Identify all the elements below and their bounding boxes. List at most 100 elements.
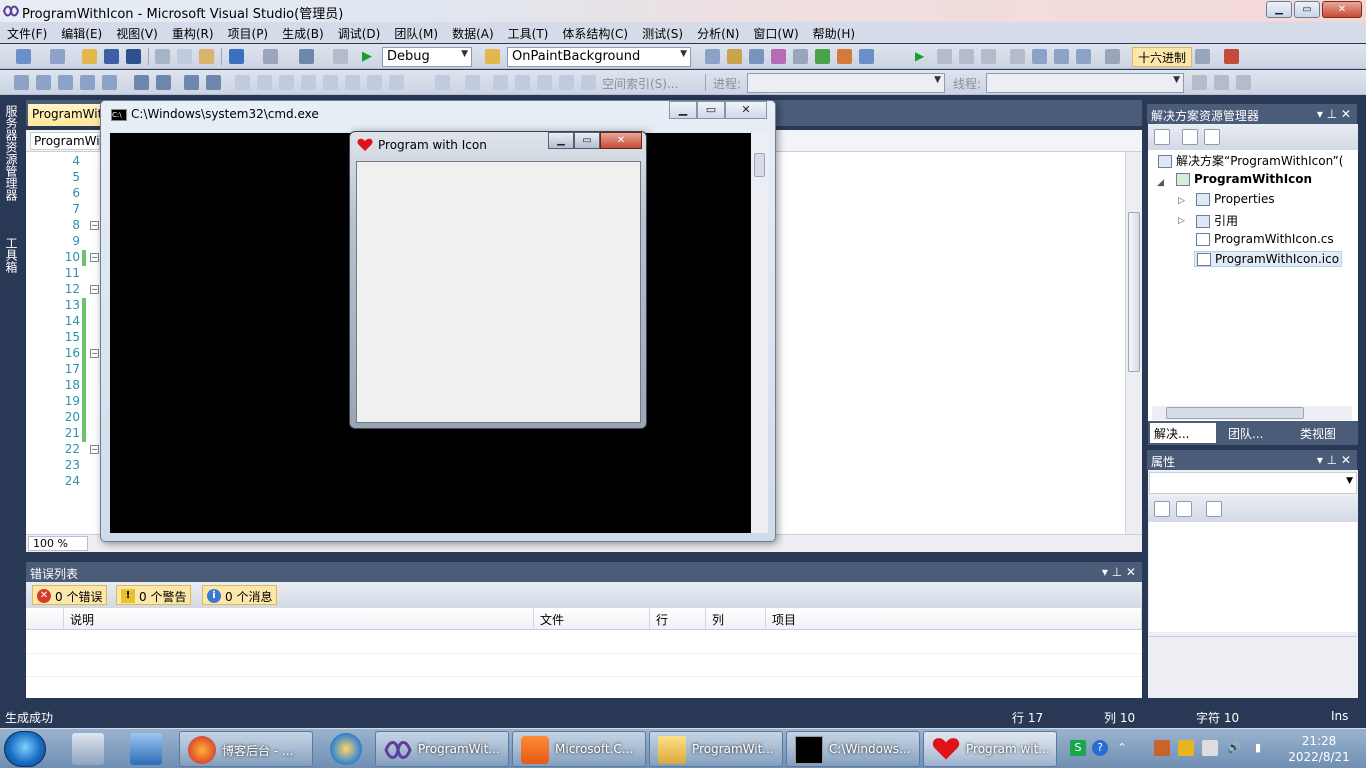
complete-word-icon[interactable] [80,75,95,90]
command-window-icon[interactable] [859,49,874,64]
paste-icon[interactable] [199,49,214,64]
copy-icon[interactable] [177,49,192,64]
previous-bookmark-document-icon[interactable] [345,75,360,90]
properties-icon[interactable] [1154,129,1170,145]
categorized-icon[interactable] [1154,501,1170,517]
continue-icon[interactable]: ▶ [915,49,930,64]
property-pages-icon[interactable] [1206,501,1222,517]
menu-architecture[interactable]: 体系结构(C) [555,22,635,43]
navigate-backward-icon[interactable] [299,49,314,64]
quick-info-icon[interactable] [58,75,73,90]
show-flagged-icon[interactable] [1236,75,1251,90]
decrease-indent-icon[interactable] [134,75,149,90]
taskbar-button-cmd[interactable]: C:\Windows... [786,731,920,767]
collapse-icon[interactable]: ◢ [1157,178,1164,188]
member-list-icon[interactable] [14,75,29,90]
step-over-icon[interactable] [1054,49,1069,64]
speaker-small-icon[interactable] [1154,740,1170,756]
scroll-thumb[interactable] [754,153,765,177]
toolbox-icon[interactable] [771,49,786,64]
start-page-icon[interactable] [793,49,808,64]
step-out-icon[interactable] [1076,49,1091,64]
cut-icon[interactable] [155,49,170,64]
network-icon[interactable]: ▮ [1250,740,1266,756]
tree-references[interactable]: 引用 [1196,212,1238,229]
menu-team[interactable]: 团队(M) [387,22,445,43]
xml-format-icon[interactable] [559,75,574,90]
properties-icon[interactable] [727,49,742,64]
warnings-filter-button[interactable]: ! 0 个警告 [116,585,192,605]
maximize-button[interactable]: ▭ [1294,1,1320,18]
undo-icon[interactable] [229,49,244,64]
previous-bookmark-icon[interactable] [257,75,272,90]
taskbar-button-program-with-icon[interactable]: Program wit... [923,731,1057,767]
toggle-flag-icon[interactable] [1192,75,1207,90]
property-grid[interactable] [1149,522,1357,632]
menu-tools[interactable]: 工具(T) [501,22,556,43]
collapse-icon[interactable]: − [90,445,99,454]
console-maximize-button[interactable]: ▭ [697,101,725,119]
menu-data[interactable]: 数据(A) [445,22,501,43]
column-header-description[interactable]: 说明 [64,608,534,630]
flag-threads-icon[interactable] [1214,75,1229,90]
uncomment-icon[interactable] [206,75,221,90]
security-shield-icon[interactable] [1178,740,1194,756]
menu-window[interactable]: 窗口(W) [746,22,805,43]
type-dropdown[interactable]: ProgramWithIcon [30,132,100,150]
xml-icon[interactable] [435,75,450,90]
collapse-icon[interactable]: − [90,285,99,294]
expand-icon[interactable]: ▷ [1178,216,1185,226]
previous-bookmark-folder-icon[interactable] [301,75,316,90]
close-button[interactable]: ✕ [1322,1,1362,18]
column-header-project[interactable]: 项目 [766,608,1142,630]
find-symbol-icon[interactable] [1105,49,1120,64]
browser-icon[interactable] [330,733,362,765]
save-all-icon[interactable] [126,49,141,64]
parameter-info-icon[interactable] [36,75,51,90]
tree-file-cs[interactable]: ProgramWithIcon.cs [1196,232,1334,246]
hexadecimal-toggle[interactable]: 十六进制 [1132,47,1193,67]
expand-icon[interactable]: ▷ [1178,196,1185,206]
stop-icon[interactable] [959,49,974,64]
collapse-icon[interactable]: − [90,253,99,262]
tree-file-ico[interactable]: ProgramWithIcon.ico [1194,251,1343,267]
computer-icon[interactable] [72,733,104,765]
tab-solution-explorer[interactable]: 解决... [1150,423,1216,443]
tree-project[interactable]: ProgramWithIcon [1176,172,1312,186]
breakpoints-icon[interactable] [1224,49,1239,64]
messages-filter-button[interactable]: i 0 个消息 [202,585,278,605]
alphabetical-icon[interactable] [1176,501,1192,517]
menu-help[interactable]: 帮助(H) [806,22,862,43]
taskbar-button-visual-studio[interactable]: ProgramWit... [375,731,509,767]
bookmark-icon[interactable] [235,75,250,90]
show-all-files-icon[interactable] [1182,129,1198,145]
toolbox-tab[interactable]: 工具箱 [2,237,20,273]
taskbar-button-explorer[interactable]: ProgramWit... [649,731,783,767]
tree-properties[interactable]: Properties [1196,192,1275,206]
show-next-statement-icon[interactable] [1010,49,1025,64]
navigate-forward-icon[interactable] [333,49,348,64]
close-icon[interactable]: ▾ ⊥ ✕ [1317,453,1351,467]
clock[interactable]: 21:28 2022/8/21 [1288,733,1350,765]
scroll-thumb[interactable] [1128,212,1140,372]
thread-dropdown[interactable]: ▼ [986,73,1184,93]
pause-icon[interactable] [937,49,952,64]
help-icon[interactable]: ? [1092,740,1108,756]
collapse-icon[interactable]: − [90,349,99,358]
clear-bookmarks-icon[interactable] [389,75,404,90]
console-close-button[interactable]: ✕ [725,101,767,119]
usb-icon[interactable] [1202,740,1218,756]
column-header-column[interactable]: 列 [706,608,766,630]
filter-icon[interactable] [465,75,480,90]
solution-explorer-horizontal-scrollbar[interactable] [1152,406,1352,420]
taskbar-button-firefox[interactable]: 博客后台 - ... [179,731,313,767]
volume-icon[interactable]: 🔊 [1226,740,1242,756]
menu-edit[interactable]: 编辑(E) [54,22,109,43]
debug-options-icon[interactable] [1195,49,1210,64]
redo-icon[interactable] [263,49,278,64]
sogou-input-icon[interactable]: S [1070,740,1086,756]
save-icon[interactable] [104,49,119,64]
form-minimize-button[interactable]: ▁ [548,132,574,149]
class-view-icon[interactable] [837,49,852,64]
menu-analyze[interactable]: 分析(N) [690,22,746,43]
